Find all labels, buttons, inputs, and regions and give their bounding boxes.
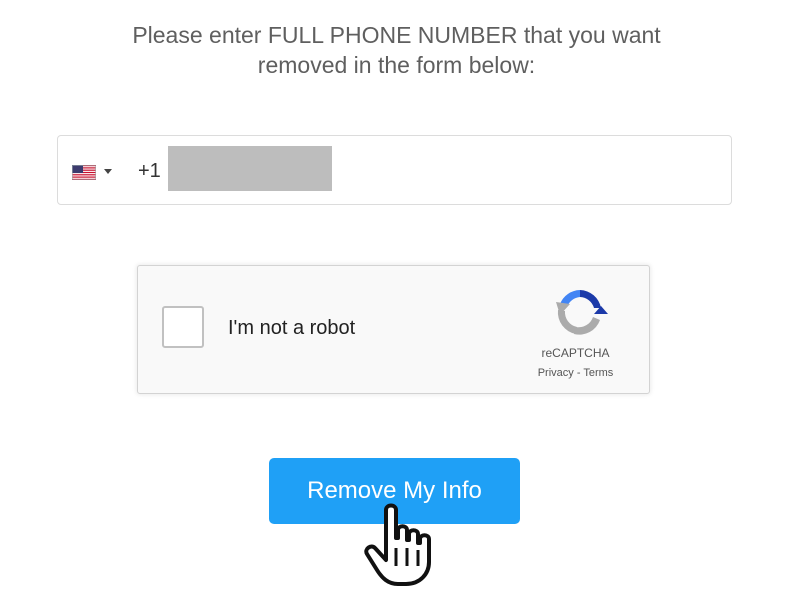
recaptcha-privacy-link[interactable]: Privacy: [538, 367, 574, 379]
recaptcha-links-separator: -: [573, 367, 584, 379]
redacted-phone-number: [168, 146, 332, 191]
country-dropdown-caret-icon[interactable]: [104, 169, 112, 174]
recaptcha-widget: I'm not a robot reCAPTCHA Privacy - Term…: [137, 265, 650, 394]
recaptcha-checkbox[interactable]: [162, 306, 204, 348]
removal-form-page: Please enter FULL PHONE NUMBER that you …: [0, 0, 793, 593]
recaptcha-brand: reCAPTCHA: [541, 346, 610, 360]
recaptcha-logo-icon: [552, 284, 608, 340]
recaptcha-links: Privacy - Terms: [518, 367, 633, 379]
phone-number-input[interactable]: +1: [57, 135, 732, 205]
dial-code: +1: [138, 160, 161, 182]
instructions-line-1: Please enter FULL PHONE NUMBER that you …: [132, 22, 661, 48]
us-flag-icon[interactable]: [72, 165, 96, 180]
instructions-line-2: removed in the form below:: [257, 52, 536, 78]
pointing-hand-cursor-icon: [362, 500, 442, 590]
instructions-text: Please enter FULL PHONE NUMBER that you …: [60, 20, 733, 80]
recaptcha-label: I'm not a robot: [228, 317, 356, 339]
recaptcha-terms-link[interactable]: Terms: [583, 367, 613, 379]
